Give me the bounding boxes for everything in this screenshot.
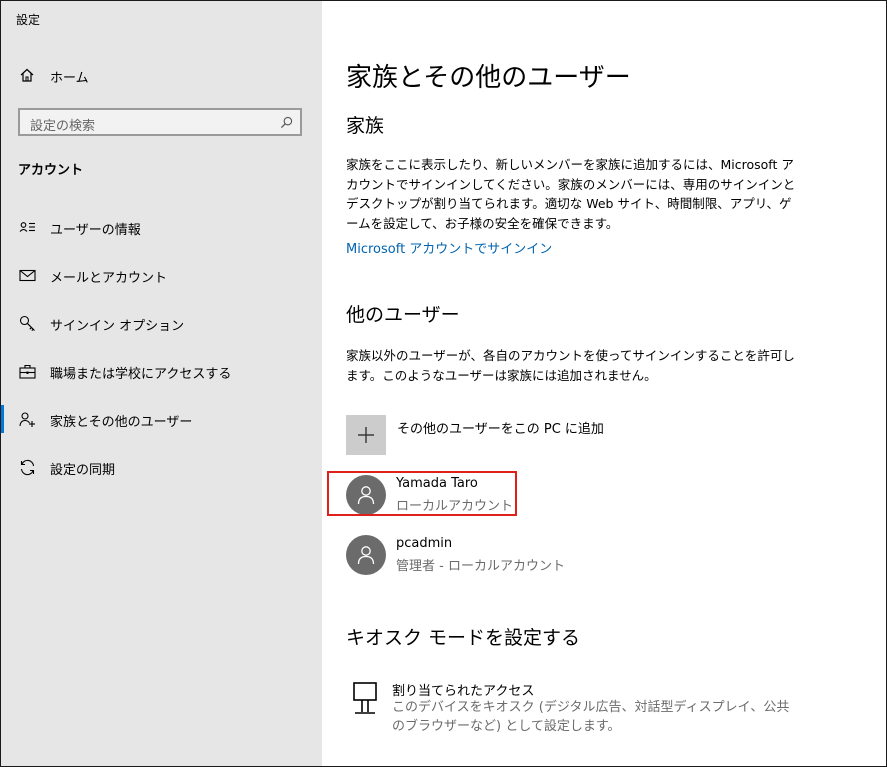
sidebar-item-label: 家族とその他のユーザー (50, 415, 193, 430)
sidebar-item-label: 設定の同期 (50, 463, 116, 478)
key-icon (19, 315, 35, 331)
settings-window: 設定 ホーム 設定の検索 アカウント ユーザーの情報 メールとアカウント サイン… (0, 0, 887, 767)
family-description: 家族をここに表示したり、新しいメンバーを家族に追加するには、Microsoft … (346, 157, 796, 231)
other-users-description: 家族以外のユーザーが、各自のアカウントを使ってサインインすることを許可します。こ… (346, 348, 795, 383)
family-icon (19, 412, 35, 427)
kiosk-icon (353, 682, 377, 714)
main-content: 家族とその他のユーザー 家族 家族をここに表示したり、新しいメンバーを家族に追加… (322, 1, 886, 766)
home-icon (20, 68, 34, 82)
family-heading: 家族 (346, 115, 385, 137)
user-name: pcadmin (396, 536, 453, 551)
sidebar-item-sync[interactable]: 設定の同期 (1, 447, 322, 487)
assigned-access-title: 割り当てられたアクセス (392, 684, 535, 699)
add-other-user-label: その他のユーザーをこの PC に追加 (397, 422, 604, 437)
user-type: 管理者 - ローカルアカウント (396, 559, 565, 574)
add-other-user-button[interactable]: その他のユーザーをこの PC に追加 (346, 415, 766, 457)
assigned-access-button[interactable]: 割り当てられたアクセス このデバイスをキオスク (デジタル広告、対話型ディスプレ… (346, 677, 816, 737)
user-info-icon (19, 222, 35, 232)
page-title: 家族とその他のユーザー (346, 63, 631, 93)
active-indicator (1, 405, 4, 433)
sync-icon (20, 459, 35, 476)
search-input[interactable]: 設定の検索 (18, 108, 302, 136)
search-placeholder: 設定の検索 (30, 119, 96, 134)
sidebar: 設定 ホーム 設定の検索 アカウント ユーザーの情報 メールとアカウント サイン… (1, 1, 322, 766)
sidebar-item-mail-accounts[interactable]: メールとアカウント (1, 255, 322, 295)
sidebar-item-user-info[interactable]: ユーザーの情報 (1, 207, 322, 247)
sidebar-item-label: メールとアカウント (50, 271, 168, 286)
sidebar-item-label: ユーザーの情報 (50, 223, 141, 238)
avatar (346, 535, 386, 575)
user-icon (357, 546, 375, 565)
mail-icon (19, 269, 36, 282)
microsoft-sign-in-link[interactable]: Microsoft アカウントでサインイン (346, 238, 552, 257)
assigned-access-description: このデバイスをキオスク (デジタル広告、対話型ディスプレイ、公共のブラウザーなど… (392, 700, 790, 734)
briefcase-icon (19, 364, 36, 379)
sidebar-item-label: 職場または学校にアクセスする (50, 367, 232, 382)
user-pcadmin[interactable]: pcadmin 管理者 - ローカルアカウント (346, 533, 646, 577)
add-user-tile (346, 415, 386, 455)
sidebar-home[interactable]: ホーム (1, 61, 322, 91)
sidebar-section-title: アカウント (18, 163, 84, 178)
sidebar-item-family-other-users[interactable]: 家族とその他のユーザー (1, 399, 322, 439)
app-title: 設定 (16, 13, 41, 27)
other-users-heading: 他のユーザー (346, 304, 460, 326)
sidebar-item-label: サインイン オプション (50, 319, 185, 334)
sidebar-item-work-school[interactable]: 職場または学校にアクセスする (1, 351, 322, 391)
plus-icon (358, 427, 374, 443)
search-icon (280, 116, 293, 129)
kiosk-heading: キオスク モードを設定する (346, 627, 581, 649)
sidebar-home-label: ホーム (50, 71, 89, 86)
sidebar-item-sign-in-options[interactable]: サインイン オプション (1, 303, 322, 343)
highlight-box (327, 471, 517, 516)
